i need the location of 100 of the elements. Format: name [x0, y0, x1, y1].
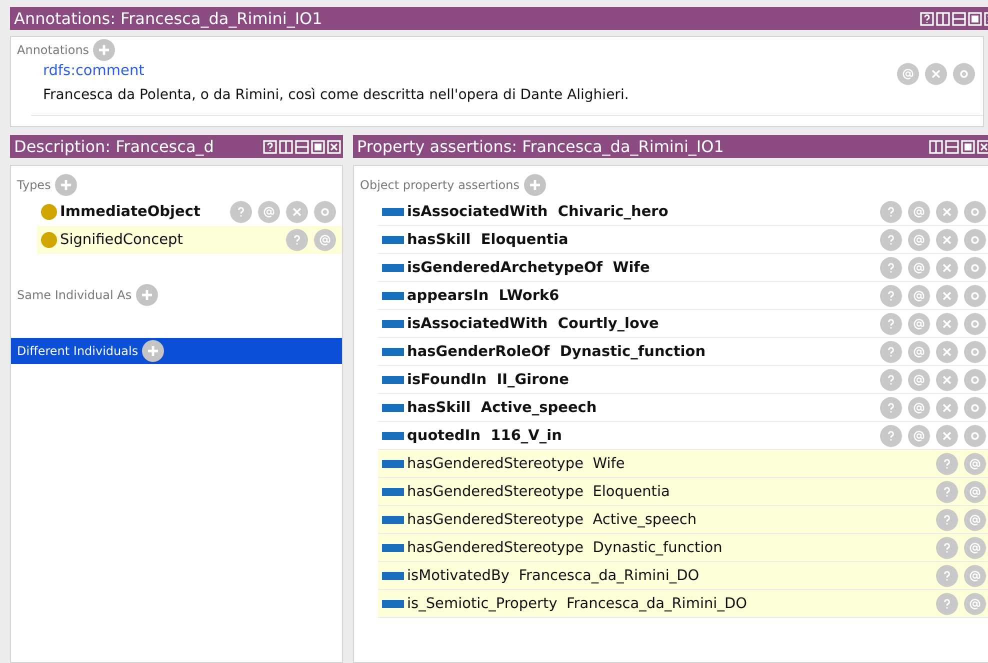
annotate-button[interactable] — [964, 452, 986, 474]
object-property-icon — [382, 264, 404, 272]
assertion-row[interactable]: isAssociatedWith Chivaric_hero — [378, 198, 988, 226]
annotate-button[interactable] — [908, 228, 930, 250]
section-label: Annotations — [17, 43, 90, 57]
annotate-button[interactable] — [908, 284, 930, 306]
edit-button[interactable] — [964, 340, 986, 362]
edit-button[interactable] — [964, 424, 986, 446]
annotate-button[interactable] — [908, 340, 930, 362]
delete-button[interactable] — [936, 396, 958, 418]
question-mark-icon — [941, 570, 953, 582]
split-button[interactable] — [279, 140, 293, 154]
split-button[interactable] — [945, 140, 959, 154]
edit-button[interactable] — [964, 228, 986, 250]
ring-icon — [969, 374, 981, 386]
object-property-icon — [382, 376, 404, 384]
assertion-row[interactable]: hasSkill Active_speech — [378, 394, 988, 422]
delete-button[interactable] — [936, 284, 958, 306]
plus-icon — [140, 289, 153, 301]
delete-button[interactable] — [936, 368, 958, 390]
inferred-assertion-row[interactable]: is_Semiotic_Property Francesca_da_Rimini_DO — [378, 590, 988, 618]
assertion-row[interactable]: isFoundIn II_Girone — [378, 366, 988, 394]
close-button[interactable] — [977, 140, 988, 154]
assertion-text: hasGenderedStereotype Active_speech — [407, 512, 697, 528]
question-mark-icon — [885, 290, 897, 302]
delete-button[interactable] — [936, 200, 958, 222]
close-icon — [930, 68, 942, 80]
annotate-button[interactable] — [258, 201, 280, 223]
split-horizontal-icon — [952, 12, 966, 26]
at-sign-icon — [913, 206, 925, 218]
question-mark-icon — [885, 206, 897, 218]
annotate-button[interactable] — [908, 368, 930, 390]
split-button[interactable] — [929, 140, 943, 154]
annotate-button[interactable] — [908, 312, 930, 334]
maximize-button[interactable] — [961, 140, 975, 154]
edit-button[interactable] — [314, 201, 336, 223]
delete-button[interactable] — [286, 201, 308, 223]
delete-button[interactable] — [936, 228, 958, 250]
inferred-assertion-row[interactable]: hasGenderedStereotype Eloquentia — [378, 478, 988, 506]
inferred-assertion-row[interactable]: isMotivatedBy Francesca_da_Rimini_DO — [378, 562, 988, 590]
annotate-button[interactable] — [964, 508, 986, 530]
assertion-row[interactable]: isGenderedArchetypeOf Wife — [378, 254, 988, 282]
assertion-row[interactable]: appearsIn LWork6 — [378, 282, 988, 310]
close-icon — [941, 374, 953, 386]
annotate-button[interactable] — [908, 256, 930, 278]
annotate-button[interactable] — [908, 200, 930, 222]
question-mark-icon — [941, 542, 953, 554]
delete-button[interactable] — [936, 424, 958, 446]
maximize-button[interactable] — [311, 140, 325, 154]
assertion-row[interactable]: hasGenderRoleOf Dynastic_function — [378, 338, 988, 366]
annotate-button[interactable] — [897, 63, 919, 85]
split-vertical-icon — [279, 140, 293, 154]
annotate-button[interactable] — [908, 424, 930, 446]
delete-button[interactable] — [936, 312, 958, 334]
annotate-button[interactable] — [964, 564, 986, 586]
close-icon — [941, 234, 953, 246]
annotate-button[interactable] — [964, 480, 986, 502]
split-button[interactable] — [295, 140, 309, 154]
help-icon — [920, 12, 934, 26]
assertion-row[interactable]: quotedIn 116_V_in — [378, 422, 988, 450]
selected-section-header[interactable]: Different Individuals — [11, 338, 342, 364]
delete-button[interactable] — [936, 256, 958, 278]
delete-button[interactable] — [936, 340, 958, 362]
add-button[interactable] — [142, 340, 164, 362]
split-horizontal-icon — [295, 140, 309, 154]
section-label: Types — [17, 178, 51, 192]
edit-button[interactable] — [964, 368, 986, 390]
inferred-assertion-row[interactable]: hasGenderedStereotype Active_speech — [378, 506, 988, 534]
assertion-text: appearsIn LWork6 — [407, 288, 560, 304]
inferred-assertion-row[interactable]: hasGenderedStereotype Wife — [378, 450, 988, 478]
annotate-button[interactable] — [964, 536, 986, 558]
ring-icon — [319, 206, 331, 218]
split-button[interactable] — [952, 12, 966, 26]
assertion-row[interactable]: hasSkill Eloquentia — [378, 226, 988, 254]
split-button[interactable] — [936, 12, 950, 26]
annotate-button[interactable] — [964, 592, 986, 614]
at-sign-icon — [913, 346, 925, 358]
edit-button[interactable] — [953, 63, 975, 85]
annotation-property-link[interactable]: rdfs:comment — [43, 63, 629, 79]
inferred-assertion-row[interactable]: hasGenderedStereotype Dynastic_function — [378, 534, 988, 562]
annotation-text: Francesca da Polenta, o da Rimini, così come descritta nell'opera di Dante Alighieri. — [43, 87, 629, 103]
edit-button[interactable] — [964, 312, 986, 334]
help-button[interactable] — [263, 140, 277, 154]
assertion-row[interactable]: isAssociatedWith Courtly_love — [378, 310, 988, 338]
assertion-text: hasSkill Active_speech — [407, 400, 597, 416]
inferred-type-row[interactable]: SignifiedConcept — [37, 226, 342, 254]
section-label: Different Individuals — [17, 344, 138, 358]
edit-button[interactable] — [964, 200, 986, 222]
edit-button[interactable] — [964, 396, 986, 418]
edit-button[interactable] — [964, 284, 986, 306]
object-property-icon — [382, 432, 404, 440]
help-button[interactable] — [920, 12, 934, 26]
maximize-button[interactable] — [968, 12, 982, 26]
edit-button[interactable] — [964, 256, 986, 278]
question-mark-icon — [941, 598, 953, 610]
close-button[interactable] — [327, 140, 341, 154]
annotate-button[interactable] — [314, 229, 336, 251]
delete-button[interactable] — [925, 63, 947, 85]
at-sign-icon — [263, 206, 275, 218]
annotate-button[interactable] — [908, 396, 930, 418]
